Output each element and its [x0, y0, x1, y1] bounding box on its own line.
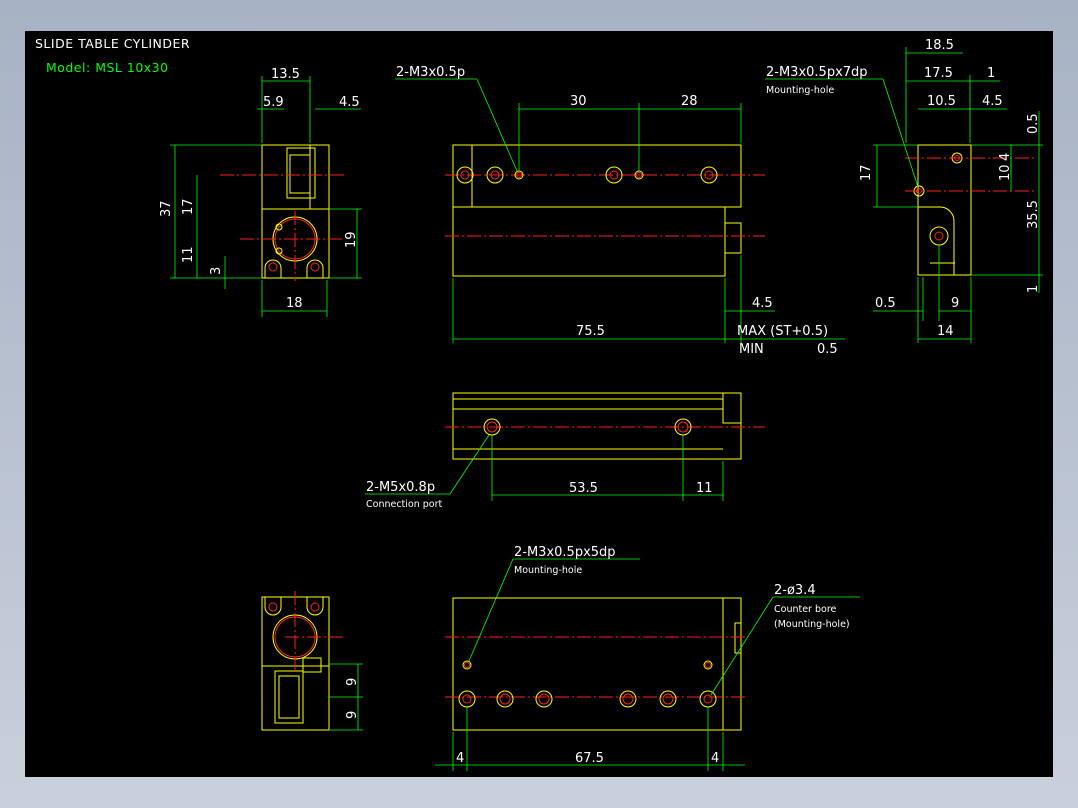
callout-bottom-thread: 2-M3x0.5px5dp	[514, 545, 616, 560]
dim-35-5: 35.5	[1026, 200, 1041, 229]
callout-counterbore-sub2: (Mounting-hole)	[774, 619, 850, 630]
drawing-viewport[interactable]: SLIDE TABLE CYLINDER Model: MSL 10x30 13…	[25, 31, 1053, 777]
callout-connection-port: 2-M5x0.8p	[366, 480, 435, 495]
side-view: 2-M3x0.5px7dp Mounting-hole 18.5 17.5 1 …	[765, 38, 1043, 343]
dim-53-5: 53.5	[569, 481, 598, 496]
dim-11: 11	[181, 246, 196, 263]
dim-13-5: 13.5	[271, 67, 300, 82]
stroke-max-label: MAX (ST+0.5)	[737, 324, 828, 339]
callout-side-thread: 2-M3x0.5px7dp	[766, 65, 868, 80]
dim-4-5-side: 4.5	[982, 94, 1003, 109]
top-table-outline	[452, 144, 742, 208]
dim-18: 18	[286, 296, 303, 311]
dim-9-rear-b: 9	[345, 711, 360, 719]
cad-drawing: SLIDE TABLE CYLINDER Model: MSL 10x30 13…	[35, 36, 1043, 771]
dim-14: 14	[937, 324, 954, 339]
dim-4-5-top: 4.5	[752, 296, 773, 311]
dim-11-middle: 11	[696, 481, 713, 496]
side-body-outline	[917, 144, 972, 276]
dim-5-9: 5.9	[263, 95, 284, 110]
dim-1-top: 1	[987, 66, 995, 81]
dim-67-5: 67.5	[575, 751, 604, 766]
front-view: 13.5 5.9 4.5 37 17 11 3 19 18	[159, 67, 362, 317]
top-view: 2-M3x0.5p 30 28 75.5 4.5 MAX (ST+0.5) MI…	[395, 65, 845, 357]
dim-37: 37	[159, 200, 174, 217]
stroke-min-label: MIN	[739, 342, 764, 357]
model-label: Model: MSL 10x30	[46, 60, 169, 75]
middle-view: 2-M5x0.8p Connection port 53.5 11	[365, 392, 765, 510]
dim-17-side: 17	[859, 164, 874, 181]
callout-counterbore-sub1: Counter bore	[774, 604, 837, 615]
dim-30: 30	[570, 94, 587, 109]
callout-m3-thread: 2-M3x0.5p	[396, 65, 465, 80]
bottom-view: 2-M3x0.5px5dp Mounting-hole 2-ø3.4 Count…	[435, 545, 860, 771]
dim-1-side: 1	[1026, 285, 1041, 293]
rear-end-view: 9 9	[261, 591, 363, 731]
dim-9-side: 9	[951, 296, 959, 311]
dim-10-side: 10	[998, 164, 1013, 181]
dim-17-5: 17.5	[924, 66, 953, 81]
dim-19: 19	[344, 231, 359, 248]
dim-17: 17	[181, 198, 196, 215]
dim-0-5-side: 0.5	[1026, 113, 1041, 134]
dim-4-right: 4	[711, 751, 719, 766]
top-body-outline	[452, 206, 726, 277]
dim-3: 3	[209, 267, 224, 275]
dim-0-5-bottom: 0.5	[875, 296, 896, 311]
dim-18-5: 18.5	[925, 38, 954, 53]
dim-10-5: 10.5	[927, 94, 956, 109]
stroke-min-value: 0.5	[817, 342, 838, 357]
callout-counterbore: 2-ø3.4	[774, 583, 816, 598]
callout-connection-sub: Connection port	[366, 499, 443, 510]
dim-9-rear-a: 9	[345, 678, 360, 686]
dim-75-5: 75.5	[576, 324, 605, 339]
bottom-body-outline	[452, 597, 724, 731]
dim-4-5-front: 4.5	[339, 95, 360, 110]
callout-bottom-thread-sub: Mounting-hole	[514, 565, 582, 576]
dim-4-left: 4	[456, 751, 464, 766]
drawing-title: SLIDE TABLE CYLINDER	[35, 36, 190, 51]
dim-28: 28	[681, 94, 698, 109]
callout-side-sub: Mounting-hole	[766, 85, 834, 96]
